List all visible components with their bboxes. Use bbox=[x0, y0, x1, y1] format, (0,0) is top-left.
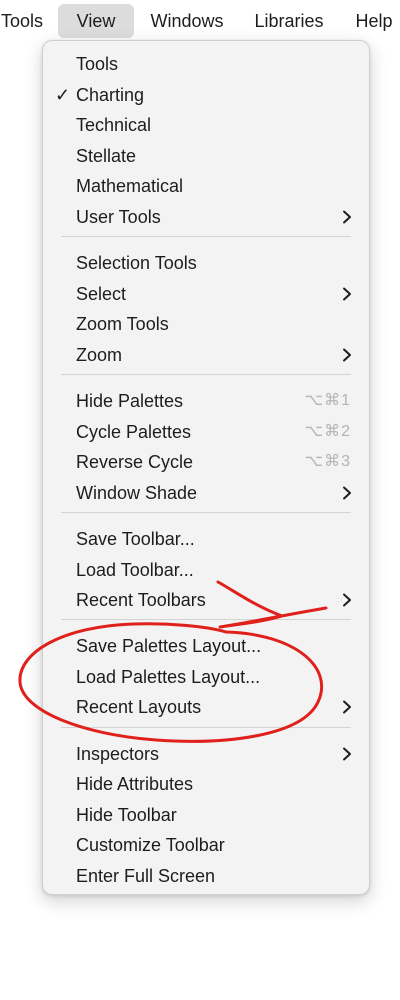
chevron-right-icon bbox=[341, 202, 353, 233]
menu-item-label: Hide Attributes bbox=[76, 774, 194, 795]
menu-item-mathematical[interactable]: Mathematical bbox=[43, 171, 371, 201]
menu-separator bbox=[61, 374, 351, 376]
menu-item-load-toolbar[interactable]: Load Toolbar... bbox=[43, 555, 371, 585]
menu-item-save-palettes-layout[interactable]: Save Palettes Layout... bbox=[43, 631, 371, 661]
menu-item-select[interactable]: Select bbox=[43, 279, 371, 309]
menubar-view[interactable]: View bbox=[58, 4, 134, 38]
menu-item-recent-toolbars[interactable]: Recent Toolbars bbox=[43, 585, 371, 615]
menu-item-label: Selection Tools bbox=[76, 253, 197, 274]
menu-item-label: Charting bbox=[76, 84, 145, 105]
menu-item-label: Zoom bbox=[76, 344, 123, 365]
menubar-help[interactable]: Help bbox=[351, 4, 397, 38]
menu-item-label: Tools bbox=[76, 54, 119, 74]
menu-item-hide-attributes[interactable]: Hide Attributes bbox=[43, 769, 371, 799]
menu-item-window-shade[interactable]: Window Shade bbox=[43, 478, 371, 508]
menu-item-stellate[interactable]: Stellate bbox=[43, 141, 371, 171]
menu-item-user-tools[interactable]: User Tools bbox=[43, 202, 371, 232]
menu-item-label: Load Toolbar... bbox=[76, 559, 194, 580]
menu-item-cycle-palettes[interactable]: Cycle Palettes ⌥⌘2 bbox=[43, 417, 371, 447]
keyboard-shortcut: ⌥⌘1 bbox=[304, 392, 351, 409]
keyboard-shortcut: ⌥⌘3 bbox=[304, 453, 351, 471]
chevron-right-icon bbox=[341, 739, 353, 770]
menu-item-label: Technical bbox=[76, 115, 152, 136]
menu-item-reverse-cycle[interactable]: Reverse Cycle ⌥⌘3 bbox=[43, 447, 371, 477]
checkmark-icon: ✓ bbox=[55, 84, 71, 105]
keyboard-shortcut: ⌥⌘2 bbox=[304, 422, 351, 440]
menu-item-label: Zoom Tools bbox=[76, 314, 169, 335]
menu-separator bbox=[61, 726, 351, 728]
menu-item-label: Inspectors bbox=[76, 743, 160, 764]
chevron-right-icon bbox=[341, 340, 353, 371]
menu-item-zoom-tools[interactable]: Zoom Tools bbox=[43, 309, 371, 339]
menu-item-label: Mathematical bbox=[76, 176, 184, 197]
chevron-right-icon bbox=[341, 692, 353, 723]
menu-item-recent-layouts[interactable]: Recent Layouts bbox=[43, 692, 371, 722]
menubar-tools[interactable]: Tools bbox=[0, 4, 50, 38]
menu-item-hide-palettes[interactable]: Hide Palettes ⌥⌘1 bbox=[43, 386, 371, 416]
menu-item-hide-toolbar[interactable]: Hide Toolbar bbox=[43, 800, 371, 830]
menubar-libraries[interactable]: Libraries bbox=[249, 4, 329, 38]
menu-separator bbox=[61, 236, 351, 238]
menu-item-label: Recent Toolbars bbox=[76, 590, 206, 611]
menu-item-label: User Tools bbox=[76, 207, 161, 227]
menubar-windows[interactable]: Windows bbox=[145, 4, 229, 38]
menu-item-label: Select bbox=[76, 283, 127, 304]
menu-separator bbox=[61, 512, 351, 514]
screen: Tools View Windows Libraries Help Tools ✓ Char… bbox=[0, 0, 400, 1000]
chevron-right-icon bbox=[341, 585, 353, 616]
menu-item-label: Recent Layouts bbox=[76, 697, 202, 718]
menu-item-label: Hide Toolbar bbox=[76, 804, 177, 825]
menu-item-enter-full-screen[interactable]: Enter Full Screen bbox=[43, 861, 371, 891]
menu-item-customize-toolbar[interactable]: Customize Toolbar bbox=[43, 830, 371, 860]
menu-item-selection-tools[interactable]: Selection Tools bbox=[43, 248, 371, 278]
menu-item-label: Save Toolbar... bbox=[76, 528, 195, 549]
menu-item-tools[interactable]: Tools bbox=[43, 49, 371, 79]
menu-item-label: Window Shade bbox=[76, 482, 198, 503]
menu-item-label: Cycle Palettes bbox=[76, 421, 192, 442]
menu-item-inspectors[interactable]: Inspectors bbox=[43, 739, 371, 769]
menu-item-label: Save Palettes Layout... bbox=[76, 636, 262, 657]
menu-item-zoom[interactable]: Zoom bbox=[43, 340, 371, 370]
menu-item-label: Customize Toolbar bbox=[76, 835, 225, 856]
menu-item-charting[interactable]: ✓ Charting bbox=[43, 80, 371, 110]
menu-item-save-toolbar[interactable]: Save Toolbar... bbox=[43, 524, 371, 554]
menu-separator bbox=[61, 619, 351, 621]
menu-item-load-palettes-layout[interactable]: Load Palettes Layout... bbox=[43, 662, 371, 692]
menu-item-label: Load Palettes Layout... bbox=[76, 666, 261, 687]
menu-item-label: Reverse Cycle bbox=[76, 452, 194, 473]
menu-bar: Tools View Windows Libraries Help bbox=[0, 4, 400, 38]
menu-item-label: Hide Palettes bbox=[76, 391, 184, 411]
menu-item-label: Stellate bbox=[76, 145, 137, 166]
chevron-right-icon bbox=[341, 478, 353, 509]
menu-item-technical[interactable]: Technical bbox=[43, 110, 371, 140]
chevron-right-icon bbox=[341, 279, 353, 310]
menu-item-label: Enter Full Screen bbox=[76, 865, 216, 886]
view-menu-dropdown: Tools ✓ Charting Technical Stellate Mathemati… bbox=[42, 40, 370, 895]
